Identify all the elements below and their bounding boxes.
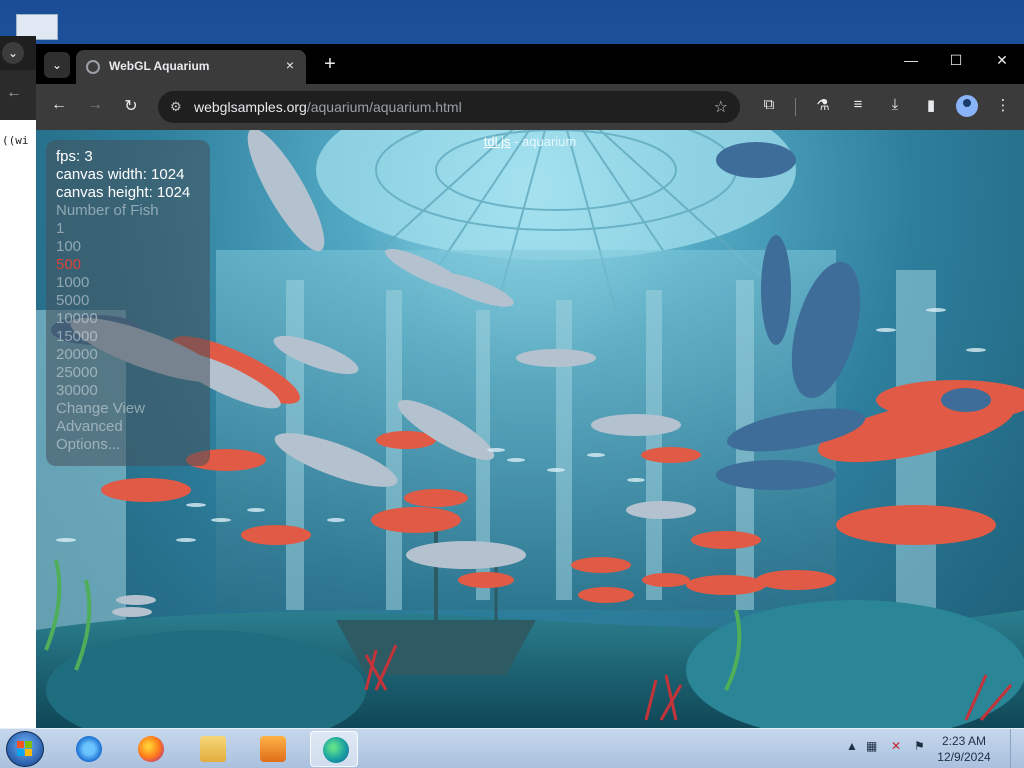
fish-option-5000[interactable]: 5000 [56,292,200,310]
taskbar-internet-explorer[interactable] [64,731,112,767]
internet-explorer-icon [76,736,102,762]
url-text[interactable]: webglsamples.org/aquarium/aquarium.html [194,99,462,115]
tab-webgl-aquarium[interactable]: WebGL Aquarium × [76,50,306,84]
fish-option-500[interactable]: 500 [56,256,200,274]
browser-toolbar: ← → ↻ ⚙ webglsamples.org/aquarium/aquari… [36,84,1024,130]
arrow-right-icon: → [87,96,103,113]
chevron-down-icon: ⌄ [51,58,63,72]
back-button[interactable]: ← [47,96,71,114]
tab-title: WebGL Aquarium [109,59,210,73]
aquarium-canvas[interactable]: tdl.js - aquarium fps: 3 canvas width: 1… [36,130,1024,728]
media-player-icon [260,736,286,762]
url-host: webglsamples.org [194,99,307,115]
taskbar-edge[interactable] [310,731,358,767]
fish-option-25000[interactable]: 25000 [56,364,200,382]
clock[interactable]: 2:23 AM 12/9/2024 [934,733,994,765]
chevron-down-icon[interactable]: ⌄ [2,42,24,64]
fish-option-20000[interactable]: 20000 [56,346,200,364]
network-icon[interactable]: ▦ [866,739,877,753]
taskbar: ▲ ▦ ✕ ⚑ 2:23 AM 12/9/2024 [0,728,1024,768]
maximize-button[interactable]: ☐ [943,52,969,69]
toolbar-divider [795,98,796,116]
tdl-link[interactable]: tdl.js [484,134,511,149]
folder-icon [200,736,226,762]
advanced-button[interactable]: Advanced [56,418,200,436]
canvas-width-readout: canvas width: 1024 [56,166,185,183]
fish-option-30000[interactable]: 30000 [56,382,200,400]
edge-icon [323,737,349,763]
fish-option-15000[interactable]: 15000 [56,328,200,346]
star-icon[interactable]: ☆ [714,97,728,117]
flag-icon[interactable]: ⚑ [914,739,925,753]
canvas-height-readout: canvas height: 1024 [56,184,191,201]
taskbar-media-player[interactable] [248,731,296,767]
aquarium-header-text: - aquarium [510,134,577,149]
tune-icon[interactable]: ⚙ [170,99,182,115]
fish-option-1000[interactable]: 1000 [56,274,200,292]
volume-muted-icon[interactable]: ✕ [891,739,901,753]
address-bar[interactable]: ⚙ webglsamples.org/aquarium/aquarium.htm… [158,91,740,123]
reload-button[interactable]: ↻ [119,96,143,116]
start-button[interactable] [6,731,44,767]
reload-icon: ↻ [124,98,138,115]
fish-option-100[interactable]: 100 [56,238,200,256]
tray-expand-icon[interactable]: ▲ [846,739,858,753]
fps-readout: fps: 3 [56,148,93,165]
clock-date: 12/9/2024 [937,750,991,764]
show-desktop-button[interactable] [1010,729,1024,768]
minimize-button[interactable]: — [898,52,924,68]
clock-time: 2:23 AM [941,734,987,748]
forward-button[interactable]: → [83,96,107,114]
fish-option-10000[interactable]: 10000 [56,310,200,328]
tab-close-button[interactable]: × [286,57,294,73]
globe-icon [86,60,100,74]
download-icon[interactable]: ⤓ [883,96,907,113]
aquarium-controls-panel: fps: 3 canvas width: 1024 canvas height:… [46,140,210,466]
options-button[interactable]: Options... [56,436,200,454]
taskbar-firefox[interactable] [126,731,174,767]
arrow-left-icon[interactable]: ← [6,84,22,102]
code-snippet: ((wi [2,134,29,147]
number-of-fish-label: Number of Fish [56,202,159,219]
side-panel-icon[interactable]: ▮ [919,96,943,114]
kebab-menu-icon[interactable]: ⋮ [991,96,1015,114]
firefox-icon [138,736,164,762]
change-view-button[interactable]: Change View [56,400,200,418]
browser-window: ⌄ WebGL Aquarium × + — ☐ ✕ ← → ↻ ⚙ webgl… [36,44,1024,728]
tab-strip: ⌄ WebGL Aquarium × + — ☐ ✕ [36,44,1024,84]
arrow-left-icon: ← [51,96,67,113]
new-tab-button[interactable]: + [318,52,342,76]
shipwreck [336,620,536,675]
profile-icon[interactable] [956,95,978,117]
playlist-icon[interactable]: ≡ [846,96,870,113]
background-window-titlebar: ⌄ [0,36,36,70]
close-window-button[interactable]: ✕ [989,52,1015,69]
fish-option-1[interactable]: 1 [56,220,200,238]
background-window-toolbar: ← [0,70,36,120]
tab-search-button[interactable]: ⌄ [44,52,70,78]
windows-logo-icon [17,741,33,757]
taskbar-file-explorer[interactable] [188,731,236,767]
flask-icon[interactable]: ⚗ [811,96,835,114]
background-window[interactable]: ⌄ ← ((wi [0,36,36,728]
url-path: /aquarium/aquarium.html [306,99,462,115]
puzzle-icon[interactable]: ⧉ [757,96,781,113]
